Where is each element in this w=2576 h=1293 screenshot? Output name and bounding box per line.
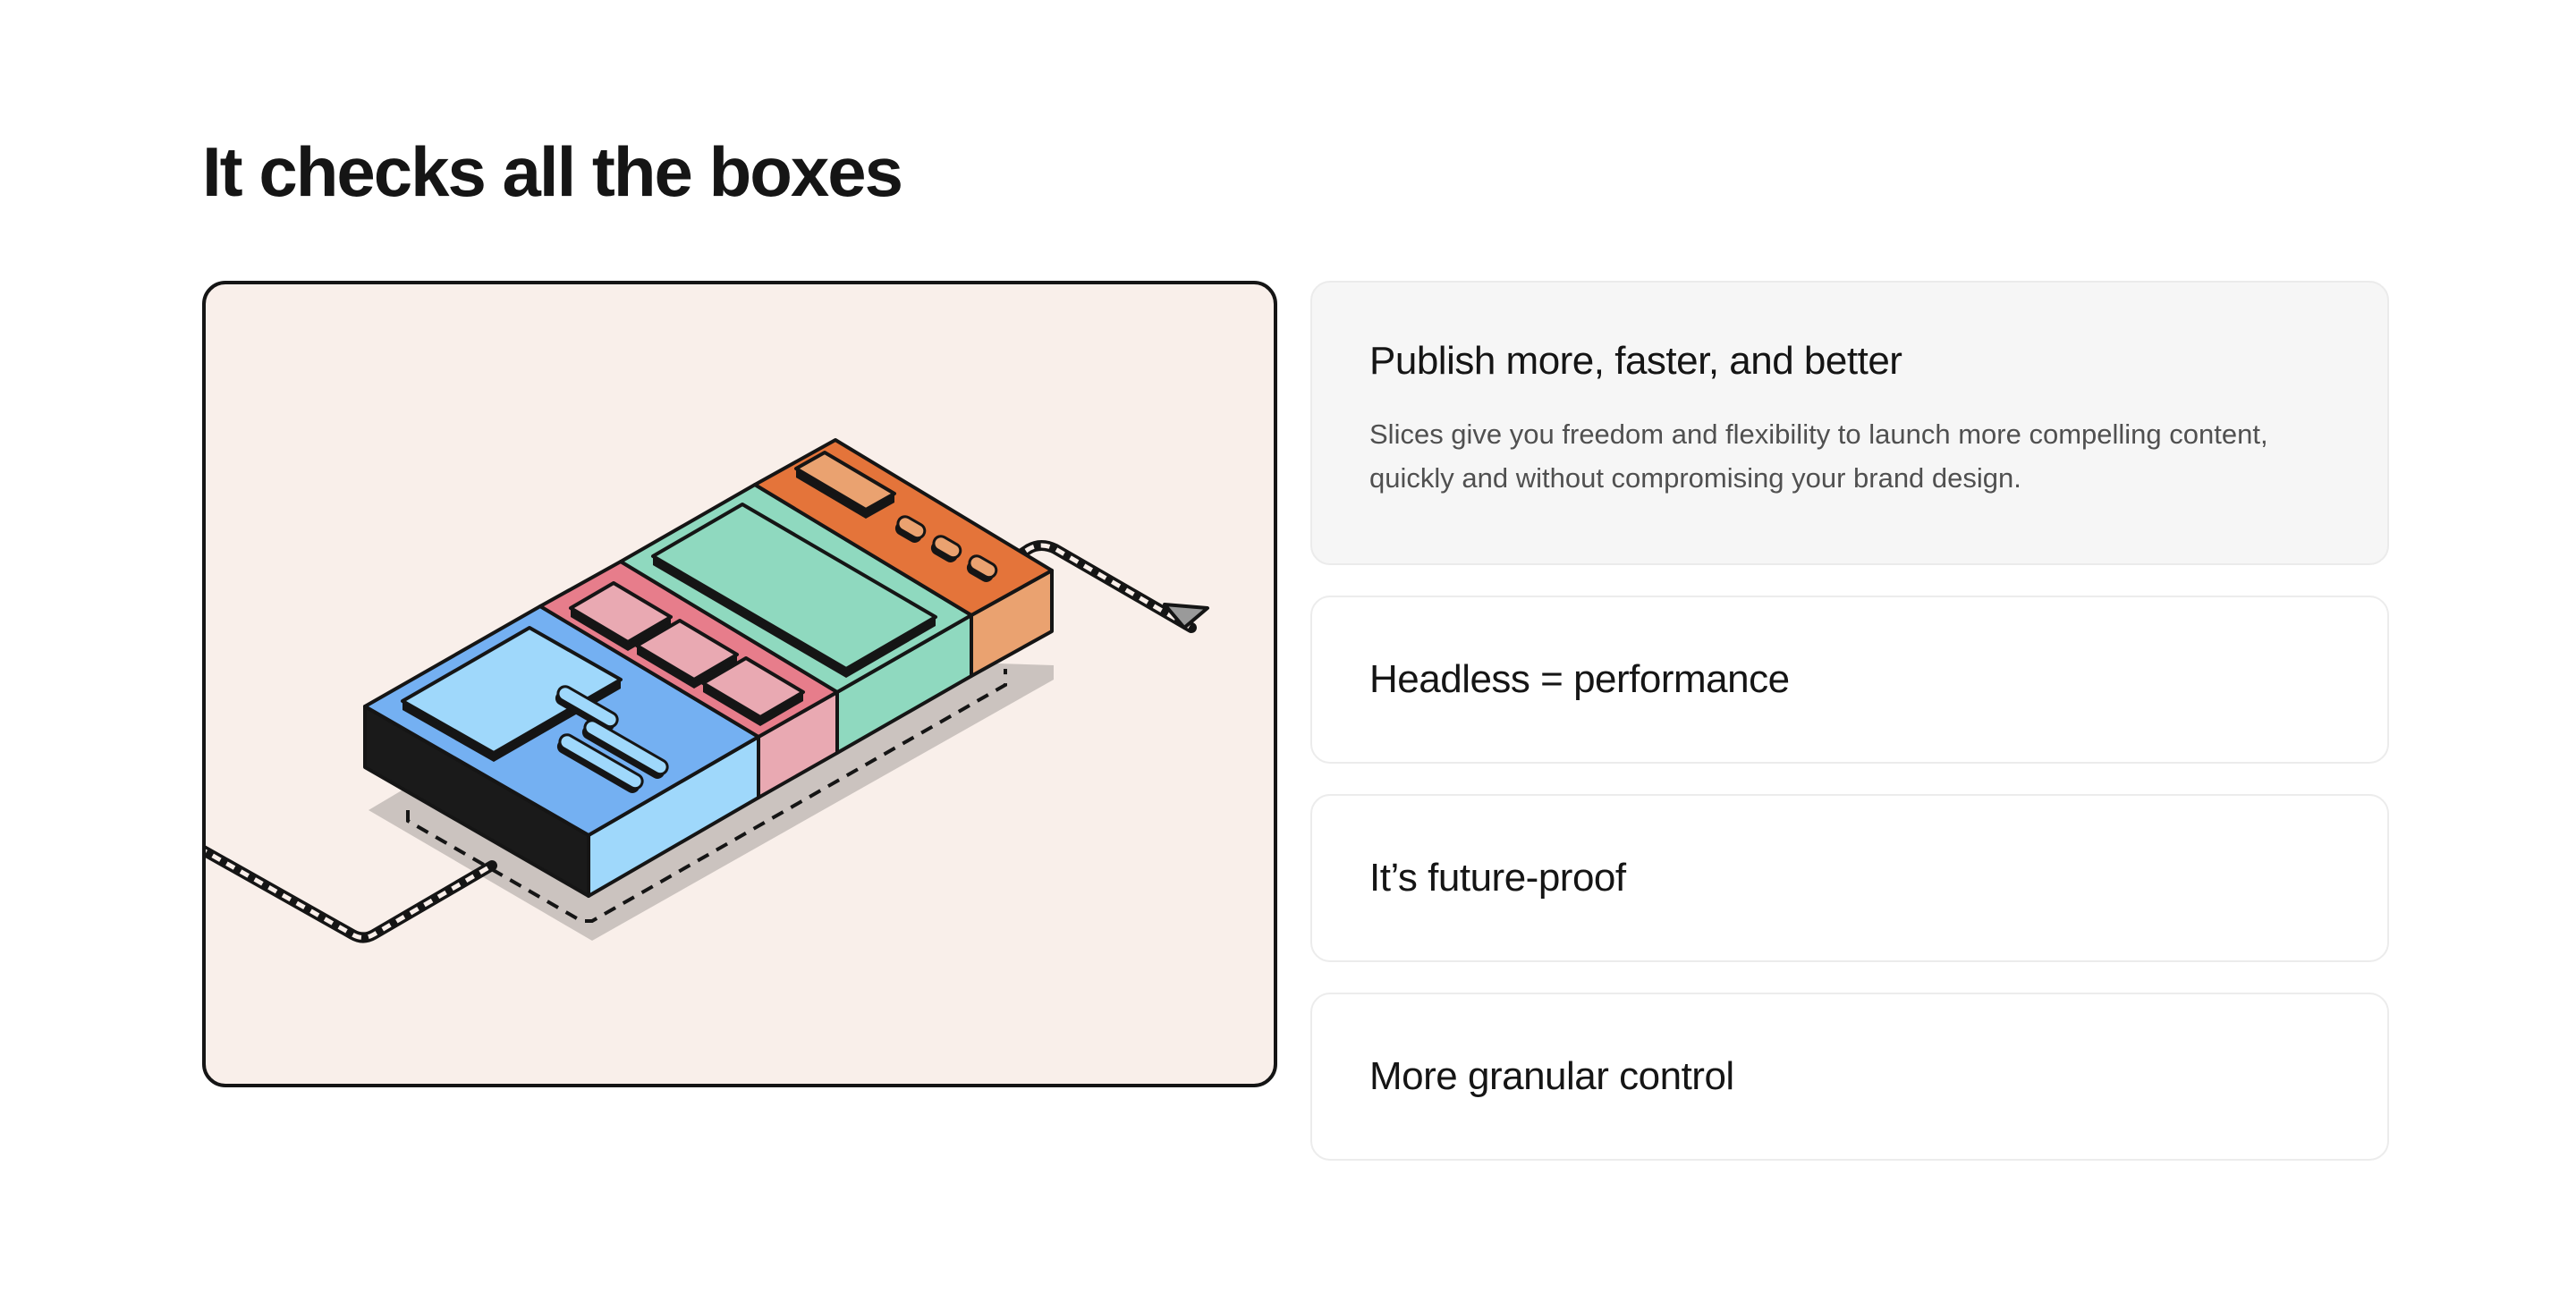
isometric-slices-blocks-illustration	[206, 438, 1209, 943]
connector-path-left	[206, 845, 497, 943]
accordion-item-granular-control[interactable]: More granular control	[1310, 993, 2389, 1161]
section-heading: It checks all the boxes	[202, 132, 903, 211]
accordion-item-title: More granular control	[1369, 1053, 1734, 1098]
accordion-item-title: Publish more, faster, and better	[1369, 339, 1902, 383]
features-accordion: Publish more, faster, and better Slices …	[1310, 281, 2389, 1191]
accordion-item-title: It’s future-proof	[1369, 855, 1626, 900]
illustration-panel	[202, 281, 1277, 1087]
accordion-item-body: Slices give you freedom and flexibility …	[1369, 418, 2268, 494]
accordion-item-title: Headless = performance	[1369, 656, 1790, 701]
accordion-item-publish[interactable]: Publish more, faster, and better Slices …	[1310, 281, 2389, 565]
accordion-item-headless[interactable]: Headless = performance	[1310, 596, 2389, 764]
page: It checks all the boxes Publish more, fa…	[0, 0, 2576, 1293]
accordion-item-future-proof[interactable]: It’s future-proof	[1310, 794, 2389, 962]
